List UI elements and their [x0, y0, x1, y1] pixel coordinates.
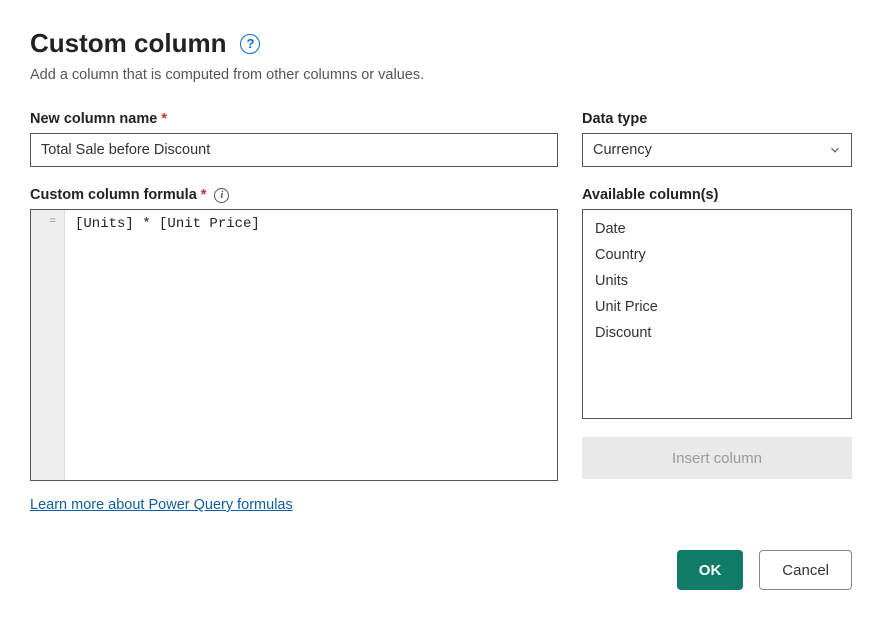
required-marker: *	[201, 187, 207, 203]
available-columns-list: Date Country Units Unit Price Discount	[582, 209, 852, 419]
formula-gutter: =	[31, 210, 65, 480]
list-item[interactable]: Unit Price	[583, 294, 851, 320]
ok-button[interactable]: OK	[677, 550, 744, 590]
available-columns-label: Available column(s)	[582, 187, 718, 203]
formula-editor[interactable]: = [Units] * [Unit Price]	[30, 209, 558, 481]
column-name-label: New column name	[30, 111, 157, 127]
column-name-input[interactable]	[30, 133, 558, 167]
formula-label: Custom column formula	[30, 187, 197, 203]
list-item[interactable]: Country	[583, 242, 851, 268]
formula-text[interactable]: [Units] * [Unit Price]	[65, 210, 557, 480]
learn-more-link[interactable]: Learn more about Power Query formulas	[30, 497, 293, 513]
required-marker: *	[161, 111, 167, 127]
page-title: Custom column	[30, 28, 226, 59]
page-subtitle: Add a column that is computed from other…	[30, 67, 852, 83]
data-type-label: Data type	[582, 111, 647, 127]
list-item[interactable]: Units	[583, 268, 851, 294]
info-icon[interactable]: i	[214, 188, 229, 203]
data-type-value: Currency	[593, 142, 652, 158]
insert-column-button: Insert column	[582, 437, 852, 479]
help-icon[interactable]: ?	[240, 34, 260, 54]
list-item[interactable]: Discount	[583, 320, 851, 346]
data-type-select[interactable]: Currency	[582, 133, 852, 167]
cancel-button[interactable]: Cancel	[759, 550, 852, 590]
list-item[interactable]: Date	[583, 216, 851, 242]
